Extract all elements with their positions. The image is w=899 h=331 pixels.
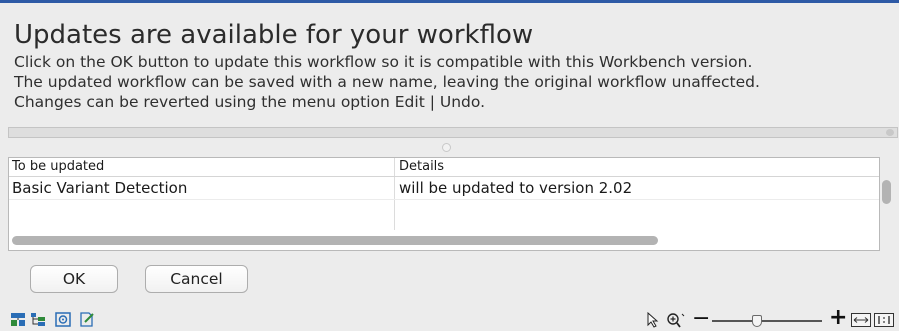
splitter-handle[interactable] bbox=[442, 143, 451, 152]
edit-document-icon[interactable] bbox=[79, 312, 95, 327]
overview-strip bbox=[8, 127, 898, 138]
column-header-details[interactable]: Details bbox=[399, 158, 444, 176]
zoom-icon[interactable] bbox=[666, 312, 686, 328]
zoom-slider-track[interactable] bbox=[712, 320, 822, 322]
workflow-tree-icon[interactable] bbox=[30, 312, 46, 327]
vertical-scrollbar-thumb[interactable] bbox=[882, 180, 891, 204]
target-icon[interactable] bbox=[55, 312, 71, 327]
description-line-3: Changes can be reverted using the menu o… bbox=[14, 93, 485, 111]
window-top-border bbox=[0, 0, 899, 3]
dialog-header: Updates are available for your workflow … bbox=[14, 20, 894, 112]
cell-workflow-name: Basic Variant Detection bbox=[12, 179, 188, 197]
column-header-to-be-updated[interactable]: To be updated bbox=[12, 158, 104, 176]
dialog-description: Click on the OK button to update this wo… bbox=[14, 52, 894, 112]
horizontal-scrollbar[interactable] bbox=[9, 234, 879, 248]
table-row[interactable]: Basic Variant Detection will be updated … bbox=[9, 177, 879, 200]
cancel-button[interactable]: Cancel bbox=[145, 265, 248, 293]
workflow-layout-icon[interactable] bbox=[10, 312, 26, 327]
fit-width-icon[interactable] bbox=[851, 313, 871, 327]
zoom-in-icon[interactable]: + bbox=[829, 307, 847, 329]
strip-scroll-knob[interactable] bbox=[886, 129, 894, 136]
zoom-slider-thumb[interactable] bbox=[752, 315, 762, 327]
updates-table: To be updated Details Basic Variant Dete… bbox=[8, 157, 880, 251]
zoom-slider[interactable] bbox=[712, 312, 822, 328]
horizontal-scrollbar-thumb[interactable] bbox=[12, 236, 658, 245]
actual-size-icon[interactable] bbox=[874, 313, 894, 327]
ok-button[interactable]: OK bbox=[30, 265, 118, 293]
dialog-title: Updates are available for your workflow bbox=[14, 20, 534, 50]
description-line-1: Click on the OK button to update this wo… bbox=[14, 53, 753, 71]
cell-details: will be updated to version 2.02 bbox=[399, 179, 633, 197]
pointer-icon[interactable] bbox=[646, 312, 660, 328]
zoom-out-icon[interactable]: − bbox=[692, 308, 710, 330]
table-header: To be updated Details bbox=[9, 158, 879, 177]
description-line-2: The updated workflow can be saved with a… bbox=[14, 73, 760, 91]
